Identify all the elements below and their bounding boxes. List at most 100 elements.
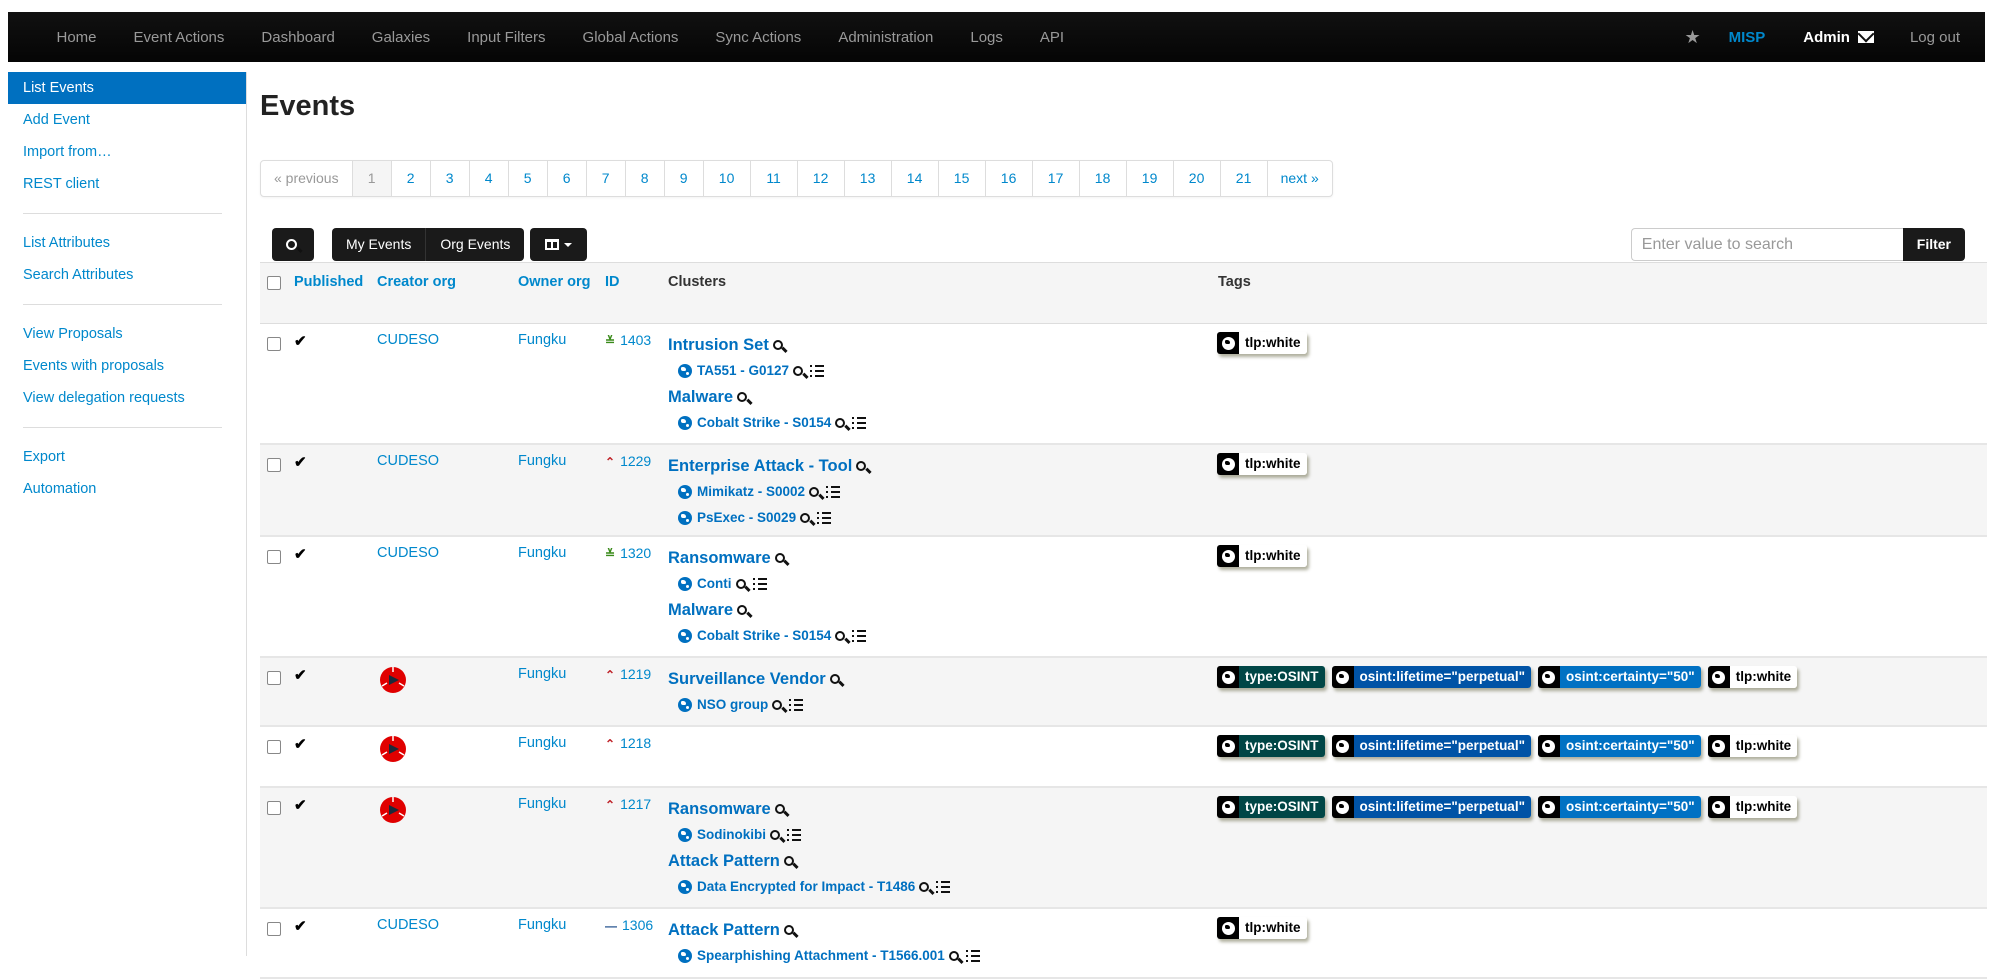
cluster-value-link[interactable]: TA551 - G0127 <box>697 358 789 384</box>
my-events-button[interactable]: My Events <box>332 228 425 261</box>
nav-logs[interactable]: Logs <box>952 29 1022 46</box>
creator-org-link[interactable]: CUDESO <box>377 917 439 933</box>
nav-dashboard[interactable]: Dashboard <box>243 29 353 46</box>
creator-org-logo[interactable] <box>379 796 407 824</box>
event-id-link[interactable]: ⌃ 1229 <box>605 453 651 469</box>
search-icon[interactable] <box>735 579 746 589</box>
cluster-value-link[interactable]: Spearphishing Attachment - T1566.001 <box>697 943 945 969</box>
owner-org-link[interactable]: Fungku <box>518 666 566 682</box>
search-icon[interactable] <box>772 340 783 350</box>
event-id-link[interactable]: ⌃ 1217 <box>605 796 651 812</box>
pagination-page[interactable]: 15 <box>937 161 985 196</box>
cluster-name[interactable]: Attack Pattern <box>668 917 980 943</box>
search-icon[interactable] <box>772 700 783 710</box>
sidebar-item-events-with-proposals[interactable]: Events with proposals <box>8 350 246 382</box>
cluster-name[interactable]: Surveillance Vendor <box>668 666 840 692</box>
nav-sync-actions[interactable]: Sync Actions <box>697 29 820 46</box>
cluster-value-link[interactable]: Sodinokibi <box>697 822 766 848</box>
search-icon[interactable] <box>829 674 840 684</box>
pagination-page[interactable]: 4 <box>468 161 508 196</box>
search-icon[interactable] <box>948 951 959 961</box>
header-published[interactable]: Published <box>294 274 363 290</box>
cluster-name[interactable]: Attack Pattern <box>668 848 950 874</box>
pagination-page[interactable]: 5 <box>507 161 547 196</box>
cluster-value-link[interactable]: Conti <box>697 571 732 597</box>
cluster-value-link[interactable]: NSO group <box>697 692 768 718</box>
search-icon[interactable] <box>793 366 804 376</box>
list-icon[interactable] <box>965 950 980 962</box>
pagination-page[interactable]: 20 <box>1172 161 1220 196</box>
pagination-previous[interactable]: « previous <box>261 161 352 196</box>
tag-white[interactable]: tlp:white <box>1217 917 1307 939</box>
list-icon[interactable] <box>826 486 841 498</box>
sidebar-item-rest-client[interactable]: REST client <box>8 168 246 200</box>
cluster-name[interactable]: Intrusion Set <box>668 332 866 358</box>
pagination-page[interactable]: 1 <box>351 161 391 196</box>
owner-org-link[interactable]: Fungku <box>518 735 566 751</box>
event-id-link[interactable]: ⌃ 1219 <box>605 666 651 682</box>
sidebar-item-list-attributes[interactable]: List Attributes <box>8 227 246 259</box>
creator-org-logo[interactable] <box>379 735 407 763</box>
creator-org-link[interactable]: CUDESO <box>377 545 439 561</box>
event-id-link[interactable]: — 1306 <box>605 917 653 933</box>
pagination-page[interactable]: 19 <box>1125 161 1173 196</box>
header-owner-org[interactable]: Owner org <box>518 274 591 290</box>
pagination-page[interactable]: 21 <box>1219 161 1267 196</box>
creator-org-link[interactable]: CUDESO <box>377 453 439 469</box>
toggle-search-button[interactable] <box>272 228 314 261</box>
row-checkbox[interactable] <box>267 550 281 564</box>
pagination-page[interactable]: 18 <box>1078 161 1126 196</box>
pagination-page[interactable]: 11 <box>749 161 797 196</box>
search-icon[interactable] <box>783 925 794 935</box>
pagination-page[interactable]: 16 <box>984 161 1032 196</box>
row-checkbox[interactable] <box>267 337 281 351</box>
search-icon[interactable] <box>774 553 785 563</box>
tag-white[interactable]: tlp:white <box>1217 332 1307 354</box>
pagination-page[interactable]: 14 <box>890 161 938 196</box>
nav-galaxies[interactable]: Galaxies <box>353 29 448 46</box>
nav-administration[interactable]: Administration <box>820 29 952 46</box>
sidebar-item-import-from[interactable]: Import from… <box>8 136 246 168</box>
cluster-value-link[interactable]: Cobalt Strike - S0154 <box>697 623 831 649</box>
cluster-name[interactable]: Ransomware <box>668 545 866 571</box>
tag-osint[interactable]: type:OSINT <box>1217 796 1325 818</box>
search-icon[interactable] <box>919 882 930 892</box>
owner-org-link[interactable]: Fungku <box>518 545 566 561</box>
select-all-checkbox[interactable] <box>267 276 281 290</box>
nav-api[interactable]: API <box>1021 29 1082 46</box>
tag-white[interactable]: tlp:white <box>1707 735 1798 757</box>
search-icon[interactable] <box>809 487 820 497</box>
nav-event-actions[interactable]: Event Actions <box>115 29 243 46</box>
cluster-value-link[interactable]: Data Encrypted for Impact - T1486 <box>697 874 915 900</box>
cluster-value-link[interactable]: PsExec - S0029 <box>697 505 796 531</box>
cluster-value-link[interactable]: Mimikatz - S0002 <box>697 479 805 505</box>
pagination-page[interactable]: 3 <box>429 161 469 196</box>
tag-certainty[interactable]: osint:certainty="50" <box>1537 796 1701 818</box>
list-icon[interactable] <box>817 512 832 524</box>
tag-certainty[interactable]: osint:certainty="50" <box>1537 735 1701 757</box>
row-checkbox[interactable] <box>267 458 281 472</box>
list-icon[interactable] <box>787 829 801 841</box>
creator-org-logo[interactable] <box>379 666 407 694</box>
tag-osint[interactable]: type:OSINT <box>1217 735 1325 757</box>
search-icon[interactable] <box>737 605 748 615</box>
row-checkbox[interactable] <box>267 922 281 936</box>
search-icon[interactable] <box>737 392 748 402</box>
row-checkbox[interactable] <box>267 740 281 754</box>
search-icon[interactable] <box>856 461 867 471</box>
list-icon[interactable] <box>810 365 825 377</box>
tag-lifetime[interactable]: osint:lifetime="perpetual" <box>1331 796 1531 818</box>
search-icon[interactable] <box>783 856 794 866</box>
sidebar-item-list-events[interactable]: List Events <box>8 72 246 104</box>
list-icon[interactable] <box>852 630 867 642</box>
filter-button[interactable]: Filter <box>1902 228 1965 261</box>
nav-input-filters[interactable]: Input Filters <box>449 29 564 46</box>
tag-lifetime[interactable]: osint:lifetime="perpetual" <box>1331 666 1531 688</box>
search-icon[interactable] <box>835 631 846 641</box>
pagination-page[interactable]: 7 <box>585 161 625 196</box>
tag-lifetime[interactable]: osint:lifetime="perpetual" <box>1331 735 1531 757</box>
list-icon[interactable] <box>789 699 804 711</box>
search-icon[interactable] <box>774 804 785 814</box>
nav-home[interactable]: Home <box>38 29 115 46</box>
pagination-page[interactable]: 17 <box>1031 161 1079 196</box>
